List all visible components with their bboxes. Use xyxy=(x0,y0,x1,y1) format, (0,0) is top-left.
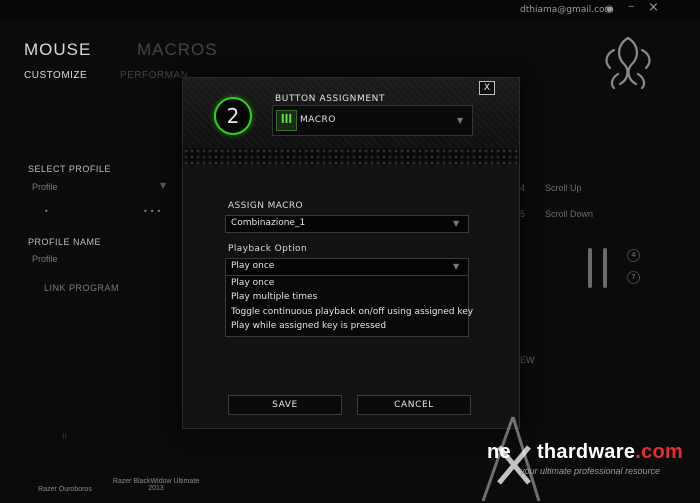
eye-icon[interactable]: ◉ xyxy=(605,4,614,15)
button-number-badge: 2 xyxy=(214,97,252,135)
scroll-up-label[interactable]: Scroll Up xyxy=(545,183,582,193)
button-assignment-dialog: X 2 BUTTON ASSIGNMENT ꟾꟾꟾ MACRO ▼ ASSIGN… xyxy=(182,77,520,429)
playback-option-dropdown: Play once Play multiple times Toggle con… xyxy=(225,275,473,337)
profile-select[interactable]: Profile xyxy=(32,182,58,192)
option-toggle-continuous[interactable]: Toggle continuous playback on/off using … xyxy=(231,307,473,317)
profile-name-label: PROFILE NAME xyxy=(28,237,102,247)
playback-option-select[interactable]: Play once ▼ xyxy=(225,258,469,276)
option-play-once[interactable]: Play once xyxy=(231,278,274,288)
assign-macro-select[interactable]: Combinazione_1 ▼ xyxy=(225,215,469,233)
device-blackwidow-line1: Razer BlackWidow Ultimate xyxy=(112,478,200,485)
add-profile-icon[interactable]: • xyxy=(44,207,49,216)
dialog-header: X 2 BUTTON ASSIGNMENT ꟾꟾꟾ MACRO ▼ xyxy=(183,78,519,148)
assignment-type-select[interactable]: ꟾꟾꟾ MACRO ▼ xyxy=(272,105,473,136)
brand-part-c: .com xyxy=(635,441,684,463)
partial-label: EW xyxy=(520,355,535,365)
assign-macro-value: Combinazione_1 xyxy=(231,218,306,228)
tab-customize[interactable]: CUSTOMIZE xyxy=(24,70,87,81)
save-button[interactable]: SAVE xyxy=(228,395,342,415)
brand-part-b: thardware xyxy=(536,441,636,463)
account-email[interactable]: dthiama@gmail.com xyxy=(520,5,613,15)
scroll-down-label[interactable]: Scroll Down xyxy=(545,209,593,219)
razer-logo-icon xyxy=(605,36,651,90)
brand-part-a: ne xyxy=(487,441,511,463)
device-icon[interactable]: ⁝⁝ xyxy=(62,432,67,441)
chevron-down-icon[interactable]: ▼ xyxy=(160,181,166,190)
chevron-down-icon: ▼ xyxy=(453,219,460,228)
nav-macros[interactable]: MACROS xyxy=(137,40,218,60)
badge-7-circle: 7 xyxy=(627,271,640,284)
dialog-mesh-divider xyxy=(183,148,519,164)
more-options-icon[interactable]: ••• xyxy=(143,207,163,216)
option-play-multiple[interactable]: Play multiple times xyxy=(231,292,317,302)
assignment-type-value: MACRO xyxy=(300,115,336,125)
mouse-side-button xyxy=(603,248,607,288)
badge-4: 4 xyxy=(520,183,526,193)
device-blackwidow-label[interactable]: Razer BlackWidow Ultimate 2013 xyxy=(108,478,204,492)
device-ouroboros-label[interactable]: Razer Ouroboros xyxy=(30,486,100,493)
mouse-side-button xyxy=(588,248,592,288)
playback-option-value: Play once xyxy=(231,261,275,271)
device-blackwidow-line2: 2013 xyxy=(148,485,164,492)
chevron-down-icon: ▼ xyxy=(457,116,464,125)
option-play-while-pressed[interactable]: Play while assigned key is pressed xyxy=(231,321,386,331)
playback-option-label: Playback Option xyxy=(228,244,308,254)
chevron-down-icon: ▼ xyxy=(453,262,460,271)
profile-name-field[interactable]: Profile xyxy=(32,254,58,264)
badge-4-circle: 4 xyxy=(627,249,640,262)
macro-icon: ꟾꟾꟾ xyxy=(276,110,297,131)
assign-macro-label: ASSIGN MACRO xyxy=(228,201,303,211)
badge-5: 5 xyxy=(520,209,526,219)
select-profile-label: SELECT PROFILE xyxy=(28,164,111,174)
watermark-brand: ne thardware.com xyxy=(487,441,683,464)
close-button[interactable]: X xyxy=(479,81,495,95)
tab-performance[interactable]: PERFORMAN xyxy=(120,70,188,81)
close-icon[interactable]: × xyxy=(648,0,659,15)
cancel-button[interactable]: CANCEL xyxy=(357,395,471,415)
watermark-tagline: your ultimate professional resource xyxy=(520,466,661,476)
button-assignment-title: BUTTON ASSIGNMENT xyxy=(275,94,386,104)
minimize-icon[interactable]: ‒ xyxy=(628,1,634,12)
link-program-label[interactable]: LINK PROGRAM xyxy=(44,283,119,293)
nav-mouse[interactable]: MOUSE xyxy=(24,40,91,60)
